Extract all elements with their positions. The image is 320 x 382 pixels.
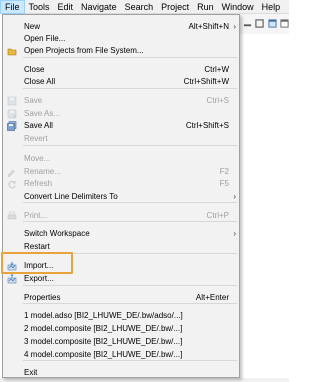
menu-item-label: 4 model.composite [BI2_LHUWE_DE/.bw/...] xyxy=(24,350,183,359)
menu-item-exit[interactable]: Exit xyxy=(3,366,239,379)
menu-item-save[interactable]: Save Ctrl+S xyxy=(3,94,239,107)
menu-item-label: Refresh xyxy=(24,179,53,188)
menu-item-shortcut: Ctrl+Shift+W xyxy=(183,77,229,86)
menubar-edit[interactable]: Edit xyxy=(54,0,78,14)
menu-item-label: 3 model.composite [BI2_LHUWE_DE/.bw/...] xyxy=(24,337,183,346)
menu-item-label: New xyxy=(24,22,41,31)
perspective-icon[interactable] xyxy=(268,19,277,28)
menu-item-shortcut: Ctrl+W xyxy=(204,65,229,74)
background-toolbar xyxy=(239,14,289,34)
menu-item-2-model-composite-bi2-lhuwe-de-bw[interactable]: 2 model.composite [BI2_LHUWE_DE/.bw/...] xyxy=(3,322,239,335)
menu-item-label: Close xyxy=(24,65,45,74)
submenu-arrow-icon: › xyxy=(233,22,236,31)
menu-item-label: Save xyxy=(24,96,43,105)
import-highlight-box xyxy=(1,252,73,274)
menu-item-shortcut: F2 xyxy=(219,167,229,176)
minimize-icon[interactable] xyxy=(243,19,252,28)
menu-item-shortcut: Ctrl+S xyxy=(206,96,229,105)
menu-item-shortcut: Ctrl+P xyxy=(206,211,229,220)
menu-item-label: Open Projects from File System... xyxy=(24,46,144,55)
refresh-icon xyxy=(8,180,16,189)
menu-item-revert[interactable]: Revert xyxy=(3,132,239,145)
menu-item-switch-workspace[interactable]: Switch Workspace › xyxy=(3,227,239,240)
menubar-tools[interactable]: Tools xyxy=(25,0,54,14)
menu-item-save-all[interactable]: Save All Ctrl+Shift+S xyxy=(3,119,239,132)
save-all-icon xyxy=(7,121,17,131)
menu-item-label: 2 model.composite [BI2_LHUWE_DE/.bw/...] xyxy=(24,324,183,333)
menu-item-shortcut: Ctrl+Shift+S xyxy=(185,121,229,130)
menu-item-refresh[interactable]: Refresh F5 xyxy=(3,177,239,190)
menu-item-label: Export... xyxy=(24,274,54,283)
menu-item-shortcut: Alt+Enter xyxy=(195,293,229,302)
menu-item-move[interactable]: Move... xyxy=(3,152,239,165)
menubar-window[interactable]: Window xyxy=(218,0,258,14)
menu-item-shortcut: Alt+Shift+N xyxy=(188,22,229,31)
menubar-file[interactable]: File xyxy=(0,0,25,14)
maximize-icon[interactable] xyxy=(255,19,264,28)
menu-item-label: Restart xyxy=(24,242,50,251)
menu-item-label: Convert Line Delimiters To xyxy=(24,192,118,201)
menu-separator xyxy=(23,285,237,286)
menu-separator xyxy=(23,303,237,304)
menu-item-label: Switch Workspace xyxy=(24,229,90,238)
menu-item-label: Revert xyxy=(24,134,48,143)
menu-bar: File Tools Edit Navigate Search Project Run Win… xyxy=(0,0,289,14)
menu-item-label: Rename... xyxy=(24,167,61,176)
menubar-navigate[interactable]: Navigate xyxy=(77,0,121,14)
menu-separator xyxy=(23,202,237,203)
menu-item-close-all[interactable]: Close All Ctrl+Shift+W xyxy=(3,75,239,88)
menu-item-label: Exit xyxy=(24,368,38,377)
menu-item-3-model-composite-bi2-lhuwe-de-bw[interactable]: 3 model.composite [BI2_LHUWE_DE/.bw/...] xyxy=(3,335,239,348)
menu-item-label: 1 model.adso [BI2_LHUWE_DE/.bw/adso/...] xyxy=(24,311,183,320)
print-icon xyxy=(7,211,17,220)
menubar-help[interactable]: Help xyxy=(258,0,285,14)
menu-separator xyxy=(23,57,237,58)
submenu-arrow-icon: › xyxy=(233,229,236,238)
editor-background xyxy=(239,34,289,382)
folder-icon xyxy=(7,48,17,56)
menu-separator xyxy=(23,145,237,146)
rename-icon xyxy=(7,169,15,177)
window-icon[interactable] xyxy=(280,19,289,28)
menu-item-label: Properties xyxy=(24,293,61,302)
menu-item-label: Save All xyxy=(24,121,53,130)
save-as-icon xyxy=(7,109,17,119)
save-icon xyxy=(7,96,17,106)
menubar-search[interactable]: Search xyxy=(121,0,158,14)
menubar-project[interactable]: Project xyxy=(157,0,193,14)
menu-item-open-projects-from-file-system[interactable]: Open Projects from File System... xyxy=(3,44,239,57)
menu-item-label: Print... xyxy=(24,211,48,220)
menubar-run[interactable]: Run xyxy=(193,0,218,14)
file-menu-dropdown: New Alt+Shift+N › Open File... Open Projects… xyxy=(2,14,240,378)
menu-item-shortcut: F5 xyxy=(219,179,229,188)
export-icon xyxy=(7,274,17,284)
menu-separator xyxy=(23,88,237,89)
menu-separator xyxy=(23,360,237,361)
submenu-arrow-icon: › xyxy=(233,192,236,201)
menu-item-label: Move... xyxy=(24,154,51,163)
menu-item-label: Open File... xyxy=(24,34,66,43)
menu-item-1-model-adso-bi2-lhuwe-de-bw-adso[interactable]: 1 model.adso [BI2_LHUWE_DE/.bw/adso/...] xyxy=(3,309,239,322)
menu-separator xyxy=(23,221,237,222)
menu-item-label: Save As... xyxy=(24,109,61,118)
menu-item-label: Close All xyxy=(24,77,56,86)
